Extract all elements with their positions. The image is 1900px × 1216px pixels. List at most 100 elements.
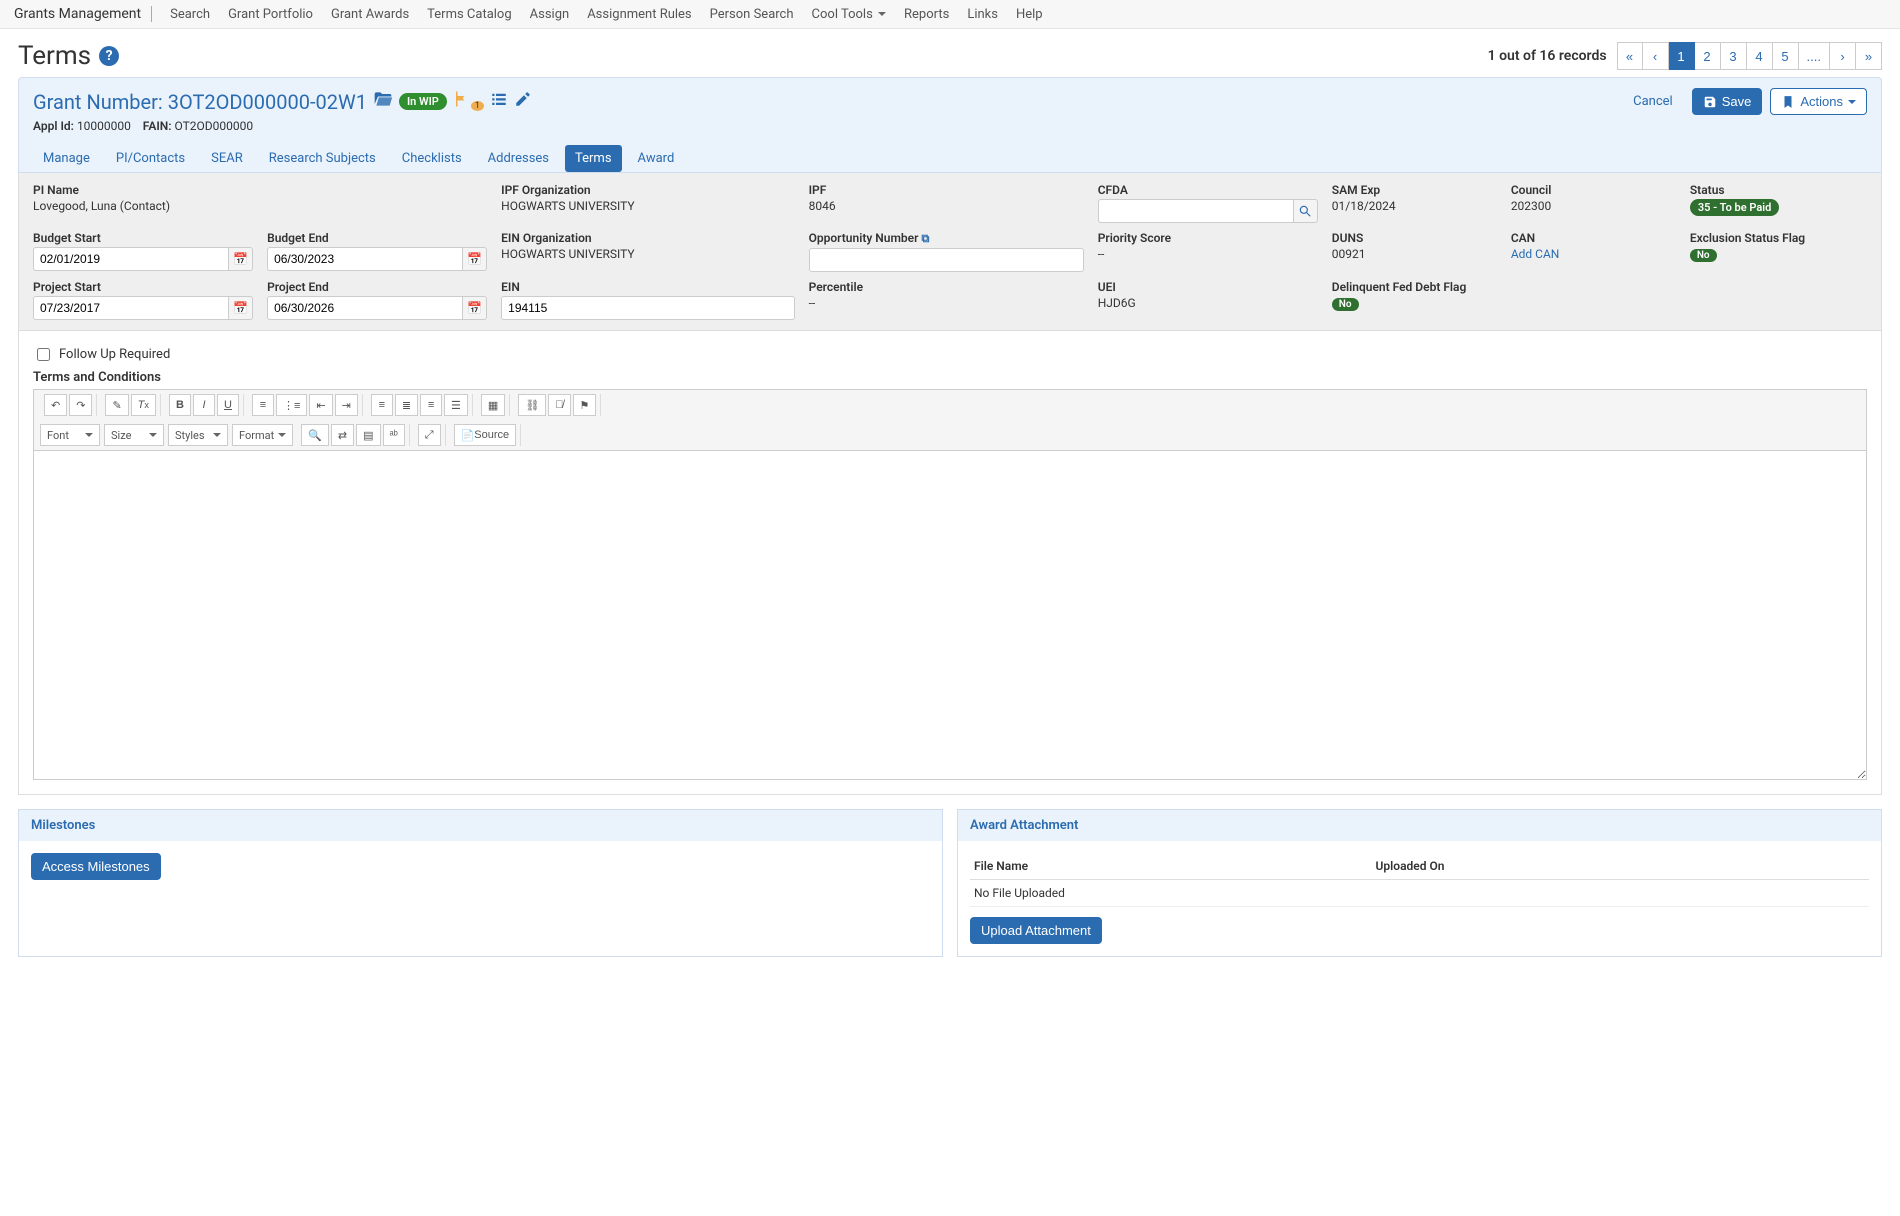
- find-button[interactable]: 🔍: [301, 424, 329, 446]
- maximize-button[interactable]: ⤢: [418, 424, 441, 446]
- proj-start-input[interactable]: [33, 296, 228, 320]
- nav-reports[interactable]: Reports: [904, 7, 949, 22]
- source-button[interactable]: 📄 Source: [454, 424, 517, 446]
- proj-end-datepick[interactable]: 📅: [462, 296, 487, 320]
- ipf-value: 8046: [809, 199, 1084, 213]
- pager-prev-button[interactable]: ‹: [1643, 42, 1669, 70]
- italic-button[interactable]: I: [193, 394, 215, 416]
- budget-end-input[interactable]: [267, 247, 462, 271]
- budget-end-datepick[interactable]: 📅: [462, 247, 487, 271]
- size-dropdown[interactable]: Size: [104, 424, 164, 446]
- nav-person-search[interactable]: Person Search: [710, 7, 794, 22]
- tab-checklists[interactable]: Checklists: [392, 145, 472, 172]
- list-icon[interactable]: [490, 90, 508, 113]
- external-link-icon[interactable]: ⧉: [921, 232, 929, 245]
- font-dropdown[interactable]: Font: [40, 424, 100, 446]
- underline-button[interactable]: U: [217, 394, 239, 416]
- bold-button[interactable]: B: [169, 394, 191, 416]
- nav-grant-awards[interactable]: Grant Awards: [331, 7, 409, 22]
- replace-button[interactable]: ⇄: [331, 424, 354, 446]
- council-label: Council: [1511, 183, 1676, 197]
- outdent-button[interactable]: ⇤: [309, 394, 332, 416]
- pager-ellipsis[interactable]: ....: [1799, 42, 1830, 70]
- budget-start-label: Budget Start: [33, 231, 253, 245]
- pager-page-3[interactable]: 3: [1721, 42, 1747, 70]
- nav-search[interactable]: Search: [170, 7, 210, 22]
- redo-button[interactable]: ↷: [69, 394, 92, 416]
- tab-terms[interactable]: Terms: [565, 145, 622, 172]
- milestones-panel: Milestones Access Milestones: [18, 809, 943, 957]
- save-button[interactable]: Save: [1692, 88, 1763, 115]
- paintbrush-button[interactable]: ✎: [105, 394, 128, 416]
- spellcheck-button[interactable]: ᵃᵇ: [383, 424, 405, 446]
- help-icon[interactable]: ?: [99, 46, 119, 66]
- followup-checkbox[interactable]: [37, 348, 50, 361]
- flag-icon[interactable]: 1: [453, 90, 484, 113]
- nav-grant-portfolio[interactable]: Grant Portfolio: [228, 7, 313, 22]
- calendar-icon: 📅: [467, 301, 482, 315]
- align-left-button[interactable]: ≡: [371, 394, 393, 416]
- pager-page-1[interactable]: 1: [1669, 42, 1695, 70]
- format-dropdown[interactable]: Format: [232, 424, 293, 446]
- bullet-list-button[interactable]: ⋮≡: [276, 394, 307, 416]
- tab-manage[interactable]: Manage: [33, 145, 100, 172]
- unlink-button[interactable]: ⛓̸: [548, 394, 570, 416]
- terms-editor-section: Follow Up Required Terms and Conditions …: [18, 331, 1882, 795]
- anchor-button[interactable]: ⚑: [573, 394, 597, 416]
- edit-icon[interactable]: [514, 90, 532, 113]
- nav-help[interactable]: Help: [1016, 7, 1043, 22]
- tab-sear[interactable]: SEAR: [201, 145, 253, 172]
- table-button[interactable]: ▦: [481, 394, 505, 416]
- cancel-button[interactable]: Cancel: [1622, 88, 1684, 115]
- nav-assignment-rules[interactable]: Assignment Rules: [587, 7, 691, 22]
- add-can-link[interactable]: Add CAN: [1511, 247, 1560, 261]
- cfda-search-button[interactable]: [1293, 199, 1318, 223]
- pager-page-4[interactable]: 4: [1747, 42, 1773, 70]
- top-navigation: Grants Management Search Grant Portfolio…: [0, 0, 1900, 29]
- actions-dropdown[interactable]: Actions: [1770, 88, 1867, 115]
- budget-start-datepick[interactable]: 📅: [228, 247, 253, 271]
- uei-value: HJD6G: [1098, 296, 1318, 310]
- folder-open-icon[interactable]: [373, 89, 393, 114]
- selectall-button[interactable]: ▤: [356, 424, 380, 446]
- chevron-down-icon: [878, 12, 886, 16]
- align-justify-button[interactable]: ☰: [444, 394, 468, 416]
- attachment-empty-text: No File Uploaded: [970, 880, 1869, 907]
- proj-start-datepick[interactable]: 📅: [228, 296, 253, 320]
- terms-editor-textarea[interactable]: [33, 450, 1867, 780]
- nav-cool-tools[interactable]: Cool Tools: [812, 7, 886, 22]
- grant-number-link[interactable]: Grant Number: 3OT2OD000000-02W1: [33, 90, 367, 114]
- link-button[interactable]: ⛓: [518, 394, 546, 416]
- calendar-icon: 📅: [467, 252, 482, 266]
- clear-format-button[interactable]: Tx: [131, 394, 156, 416]
- pager-next-button[interactable]: ›: [1830, 42, 1856, 70]
- align-center-button[interactable]: ≣: [395, 394, 418, 416]
- nav-assign[interactable]: Assign: [530, 7, 570, 22]
- undo-button[interactable]: ↶: [44, 394, 67, 416]
- tab-addresses[interactable]: Addresses: [478, 145, 559, 172]
- pager-page-5[interactable]: 5: [1773, 42, 1799, 70]
- duns-value: 00921: [1332, 247, 1497, 261]
- budget-start-input[interactable]: [33, 247, 228, 271]
- pager-first-button[interactable]: «: [1617, 42, 1643, 70]
- followup-label: Follow Up Required: [59, 347, 170, 362]
- tab-pi-contacts[interactable]: PI/Contacts: [106, 145, 195, 172]
- nav-terms-catalog[interactable]: Terms Catalog: [427, 7, 512, 22]
- align-right-button[interactable]: ≡: [420, 394, 442, 416]
- styles-dropdown[interactable]: Styles: [168, 424, 228, 446]
- access-milestones-button[interactable]: Access Milestones: [31, 853, 161, 880]
- pager-page-2[interactable]: 2: [1695, 42, 1721, 70]
- indent-button[interactable]: ⇥: [335, 394, 358, 416]
- proj-end-input[interactable]: [267, 296, 462, 320]
- sam-exp-label: SAM Exp: [1332, 183, 1497, 197]
- cfda-input[interactable]: [1098, 199, 1293, 223]
- opp-num-input[interactable]: [809, 248, 1084, 272]
- pager-last-button[interactable]: »: [1856, 42, 1882, 70]
- numbered-list-button[interactable]: ≡: [252, 394, 274, 416]
- ein-input[interactable]: [501, 296, 794, 320]
- tab-award[interactable]: Award: [628, 145, 685, 172]
- upload-attachment-button[interactable]: Upload Attachment: [970, 917, 1102, 944]
- nav-links[interactable]: Links: [967, 7, 998, 22]
- percentile-label: Percentile: [809, 280, 1084, 294]
- tab-research-subjects[interactable]: Research Subjects: [259, 145, 386, 172]
